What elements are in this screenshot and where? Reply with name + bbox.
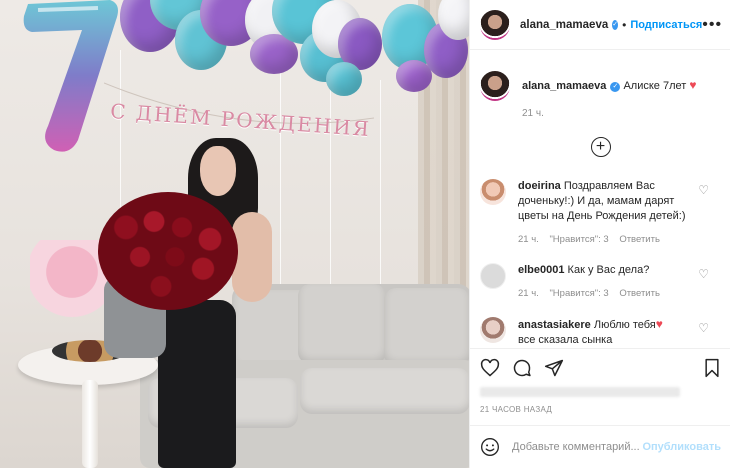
comment-meta: 21 ч. "Нравится": 3 Ответить — [518, 232, 688, 247]
publish-button[interactable]: Опубликовать — [642, 441, 721, 453]
post-timestamp: 21 ЧАСОВ НАЗАД — [480, 405, 553, 414]
comment-reply[interactable]: Ответить — [619, 288, 660, 299]
like-comment-icon[interactable]: ♡ — [698, 321, 709, 335]
comment-body: elbe0001 Как у Вас дела? 21 ч. "Нравится… — [518, 263, 688, 301]
comment-reply[interactable]: Ответить — [619, 234, 660, 245]
commenter-avatar[interactable] — [480, 317, 506, 343]
plus-circle-icon[interactable]: + — [590, 137, 611, 157]
like-heart-icon[interactable] — [480, 358, 500, 378]
likes-blurred — [480, 387, 680, 397]
caption-username[interactable]: alana_mamaeva — [522, 80, 606, 92]
load-more-comments[interactable]: + — [470, 137, 730, 157]
post-side-panel: alana_mamaeva ✓ • Подписаться ••• alana_… — [469, 0, 730, 468]
share-plane-icon[interactable] — [544, 358, 564, 378]
commenter-avatar[interactable] — [480, 179, 506, 205]
person-face — [200, 146, 236, 196]
verified-icon: ✓ — [610, 82, 621, 92]
caption-text: Алиске 7лет — [623, 80, 687, 92]
comment-time: 21 ч. — [518, 234, 539, 245]
comment-likes[interactable]: "Нравится": 3 — [549, 288, 608, 299]
comment-body: anastasiakere Люблю тебя♥ все сказала сы… — [518, 317, 688, 347]
sofa-seat-cushion — [300, 368, 469, 414]
caption-time: 21 ч. — [522, 108, 544, 119]
post-photo[interactable]: С ДНЁМ РОЖДЕНИЯ — [0, 0, 469, 468]
comment-text: Люблю тебя — [593, 319, 656, 331]
comment-text-continued: все сказала сынка — [518, 334, 613, 346]
add-comment-bar: Опубликовать — [470, 425, 730, 468]
header-separator: • — [622, 17, 627, 32]
table-leg — [82, 380, 98, 468]
comment-input[interactable] — [512, 441, 642, 453]
heart-emoji-icon: ♥ — [689, 78, 697, 92]
comment-username[interactable]: anastasiakere — [518, 319, 591, 331]
comment-item: doeirina Поздравляем Вас доченьку!:) И д… — [470, 179, 730, 247]
comment-username[interactable]: doeirina — [518, 180, 561, 192]
comment-likes[interactable]: "Нравится": 3 — [549, 234, 608, 245]
comment-item: anastasiakere Люблю тебя♥ все сказала сы… — [470, 317, 730, 347]
comment-text: Как у Вас дела? — [567, 264, 650, 276]
caption-body: alana_mamaeva ✓ Алиске 7лет ♥ 21 ч. — [522, 71, 697, 121]
emoji-icon[interactable] — [480, 437, 500, 457]
comments-section[interactable]: alana_mamaeva ✓ Алиске 7лет ♥ 21 ч. + doe… — [470, 51, 730, 347]
post-header: alana_mamaeva ✓ • Подписаться ••• — [470, 0, 730, 50]
post-actions: 21 ЧАСОВ НАЗАД — [470, 348, 730, 414]
like-comment-icon[interactable]: ♡ — [698, 183, 709, 197]
author-username[interactable]: alana_mamaeva — [520, 19, 608, 31]
balloon-string — [380, 80, 381, 300]
person-arm — [232, 212, 272, 302]
sofa-cushion — [298, 284, 386, 364]
post-caption: alana_mamaeva ✓ Алиске 7лет ♥ 21 ч. — [470, 51, 730, 121]
comment-time: 21 ч. — [518, 288, 539, 299]
like-comment-icon[interactable]: ♡ — [698, 267, 709, 281]
rose-bouquet — [98, 192, 238, 310]
person-legs — [158, 300, 236, 468]
comment-username[interactable]: elbe0001 — [518, 264, 564, 276]
comment-meta: 21 ч. "Нравится": 3 Ответить — [518, 286, 688, 301]
verified-icon: ✓ — [612, 19, 619, 30]
sofa-cushion — [384, 288, 469, 366]
follow-button[interactable]: Подписаться — [630, 19, 702, 31]
comment-bubble-icon[interactable] — [512, 358, 532, 378]
more-options-icon[interactable]: ••• — [702, 16, 722, 34]
heart-emoji-icon: ♥ — [655, 317, 663, 331]
comment-body: doeirina Поздравляем Вас доченьку!:) И д… — [518, 179, 688, 247]
commenter-avatar[interactable] — [480, 263, 506, 289]
bookmark-icon[interactable] — [703, 358, 721, 378]
author-avatar[interactable] — [480, 9, 510, 40]
action-icons — [480, 357, 721, 379]
comment-item: elbe0001 Как у Вас дела? 21 ч. "Нравится… — [470, 263, 730, 301]
caption-avatar[interactable] — [480, 71, 510, 101]
